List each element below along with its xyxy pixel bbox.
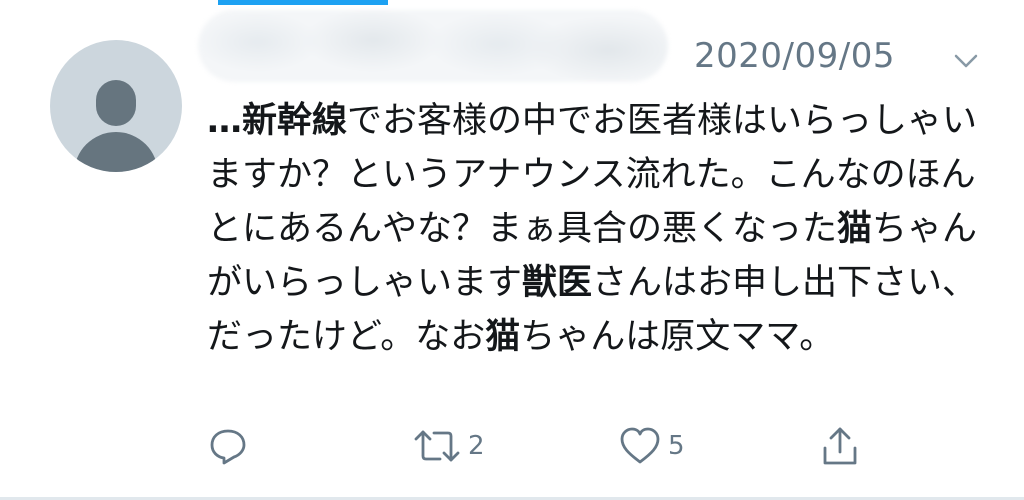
highlighted-text: 猫	[485, 317, 521, 357]
highlighted-text: 獣医	[522, 263, 593, 303]
tweet-date[interactable]: 2020/09/05	[694, 36, 895, 76]
avatar[interactable]	[50, 40, 182, 172]
top-accent-bar	[218, 0, 388, 5]
retweet-button[interactable]: 2	[412, 420, 485, 472]
like-button[interactable]: 5	[618, 420, 685, 472]
avatar-shoulders-shape	[74, 132, 158, 172]
retweet-count: 2	[468, 431, 485, 461]
like-count: 5	[668, 431, 685, 461]
retweet-icon	[414, 430, 460, 462]
tweet-text-segment: ちゃんは原文ママ。	[520, 317, 835, 357]
highlighted-text: 猫	[837, 209, 873, 249]
share-icon	[823, 427, 857, 465]
blurred-user-name[interactable]	[198, 10, 668, 82]
tweet-text: …新幹線でお客様の中でお医者様はいらっしゃいますか？というアナウンス流れた。こん…	[207, 94, 987, 364]
share-button[interactable]	[820, 420, 860, 472]
reply-button[interactable]	[208, 420, 248, 472]
reply-icon	[210, 429, 246, 465]
highlighted-text: …新幹線	[207, 101, 348, 141]
avatar-head-shape	[96, 80, 136, 126]
tweet-actions: 2 5	[0, 420, 1024, 480]
heart-icon	[620, 427, 660, 464]
chevron-down-icon[interactable]	[952, 52, 980, 70]
